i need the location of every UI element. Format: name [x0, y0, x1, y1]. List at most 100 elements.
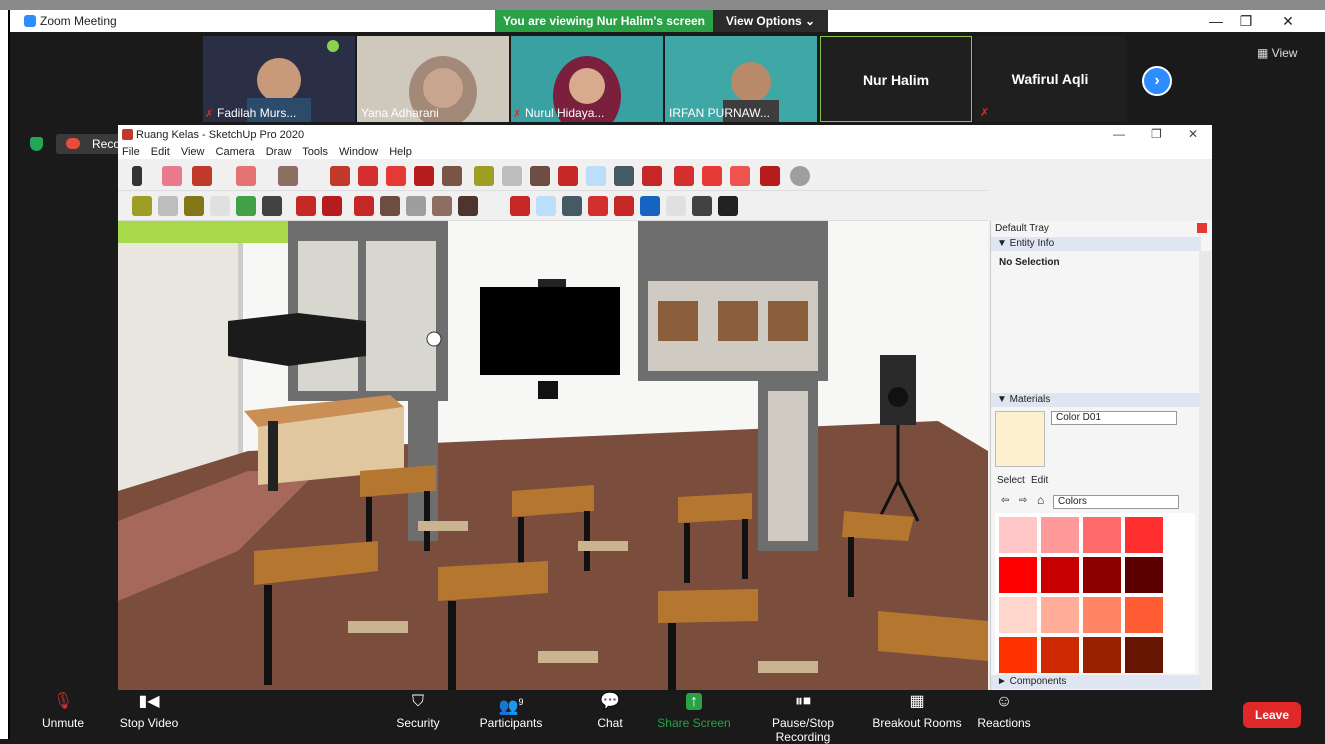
color-swatch[interactable] — [999, 557, 1037, 593]
sketchup-close-button[interactable]: ✕ — [1188, 127, 1198, 141]
eraser-tool-icon[interactable] — [162, 166, 182, 186]
menu-window[interactable]: Window — [339, 146, 378, 158]
participant-tile[interactable]: ✗ Fadilah Murs... — [203, 36, 355, 122]
extension-icon[interactable] — [702, 166, 722, 186]
menu-draw[interactable]: Draw — [266, 146, 292, 158]
menu-edit[interactable]: Edit — [151, 146, 170, 158]
color-swatch[interactable] — [1083, 637, 1121, 673]
color-swatch[interactable] — [1083, 557, 1121, 593]
camera-zoom-icon[interactable] — [562, 196, 582, 216]
share-model-icon[interactable] — [730, 166, 750, 186]
sketchup-minimize-button[interactable]: — — [1113, 127, 1125, 141]
camera-pan-icon[interactable] — [536, 196, 556, 216]
dimension-icon[interactable] — [158, 196, 178, 216]
breakout-rooms-button[interactable]: ▦ Breakout Rooms — [872, 692, 962, 730]
restore-button[interactable]: ❐ — [1226, 10, 1266, 32]
menu-help[interactable]: Help — [389, 146, 412, 158]
color-swatch[interactable] — [999, 597, 1037, 633]
zoom-window-icon[interactable] — [588, 196, 608, 216]
participant-tile[interactable]: IRFAN PURNAW... — [665, 36, 817, 122]
menu-camera[interactable]: Camera — [216, 146, 255, 158]
paint-tool-icon[interactable] — [530, 166, 550, 186]
select-tool-icon[interactable] — [132, 166, 142, 186]
zoom-extents-icon[interactable] — [642, 166, 662, 186]
axes-icon[interactable] — [236, 196, 256, 216]
orbit-tool-icon[interactable] — [558, 166, 578, 186]
participant-tile[interactable]: ✗ Nurul Hidaya... — [511, 36, 663, 122]
shape-tool-icon[interactable] — [278, 166, 298, 186]
color-swatch[interactable] — [1125, 517, 1163, 553]
intersect-icon[interactable] — [322, 196, 342, 216]
tray-close-icon[interactable] — [1197, 223, 1207, 233]
offset-tool-icon[interactable] — [442, 166, 462, 186]
menu-file[interactable]: File — [122, 146, 140, 158]
pause-stop-recording-button[interactable]: ⏸⏹ Pause/Stop Recording — [746, 692, 860, 744]
unmute-button[interactable]: 🎙 Unmute — [38, 692, 88, 730]
style-xray-icon[interactable] — [354, 196, 374, 216]
color-swatch[interactable] — [999, 517, 1037, 553]
close-button[interactable]: ✕ — [1268, 10, 1308, 32]
tray-scrollbar[interactable] — [1199, 251, 1211, 691]
account-icon[interactable] — [790, 166, 810, 186]
shared-screen-sketchup[interactable]: Ruang Kelas - SketchUp Pro 2020 — ❐ ✕ Fi… — [118, 125, 1212, 691]
components-header[interactable]: ► Components — [991, 675, 1201, 689]
chat-button[interactable]: 💬 Chat — [590, 692, 630, 730]
back-arrow-icon[interactable]: ⇦ — [1001, 495, 1009, 506]
next-page-button[interactable]: › — [1142, 66, 1172, 96]
protractor-icon[interactable] — [184, 196, 204, 216]
share-screen-button[interactable]: ↑ Share Screen — [656, 692, 732, 730]
edit-tab[interactable]: Edit — [1031, 475, 1048, 486]
scale-tool-icon[interactable] — [414, 166, 434, 186]
text-tool-icon[interactable] — [502, 166, 522, 186]
library-select[interactable]: Colors — [1053, 495, 1179, 509]
zoom-tool-icon[interactable] — [614, 166, 634, 186]
select-tab[interactable]: Select — [997, 475, 1025, 486]
leave-button[interactable]: Leave — [1243, 702, 1301, 728]
style-wireframe-icon[interactable] — [380, 196, 400, 216]
3d-text-icon[interactable] — [210, 196, 230, 216]
footsteps-icon[interactable] — [718, 196, 738, 216]
arc-tool-icon[interactable] — [236, 166, 256, 186]
ruby-icon[interactable] — [760, 166, 780, 186]
color-swatch[interactable] — [1083, 517, 1121, 553]
entity-info-header[interactable]: ▼ Entity Info — [991, 237, 1201, 251]
color-swatch[interactable] — [1125, 637, 1163, 673]
color-swatch[interactable] — [1041, 637, 1079, 673]
forward-arrow-icon[interactable]: ⇨ — [1019, 495, 1027, 506]
move-tool-icon[interactable] — [358, 166, 378, 186]
section-icon[interactable] — [262, 196, 282, 216]
look-around-icon[interactable] — [692, 196, 712, 216]
tape-measure-icon[interactable] — [132, 196, 152, 216]
style-hidden-icon[interactable] — [406, 196, 426, 216]
color-swatch[interactable] — [1041, 557, 1079, 593]
follow-me-icon[interactable] — [296, 196, 316, 216]
sketchup-restore-button[interactable]: ❐ — [1151, 127, 1162, 141]
rotate-tool-icon[interactable] — [386, 166, 406, 186]
camera-orbit-icon[interactable] — [510, 196, 530, 216]
color-swatch[interactable] — [1041, 597, 1079, 633]
stop-video-button[interactable]: ▮◀ Stop Video — [116, 692, 182, 730]
security-button[interactable]: ⛉ Security — [390, 692, 446, 730]
color-swatch[interactable] — [999, 637, 1037, 673]
position-camera-icon[interactable] — [640, 196, 660, 216]
home-icon[interactable]: ⌂ — [1037, 493, 1044, 507]
menu-tools[interactable]: Tools — [302, 146, 328, 158]
color-swatch[interactable] — [1125, 597, 1163, 633]
view-options-button[interactable]: View Options ⌄ — [713, 10, 828, 32]
participant-tile[interactable]: Wafirul Aqli — [974, 36, 1126, 122]
push-pull-tool-icon[interactable] — [330, 166, 350, 186]
pencil-tool-icon[interactable] — [192, 166, 212, 186]
walk-icon[interactable] — [666, 196, 686, 216]
color-swatch[interactable] — [1041, 517, 1079, 553]
material-name-field[interactable]: Color D01 — [1051, 411, 1177, 425]
menu-view[interactable]: View — [181, 146, 205, 158]
pan-tool-icon[interactable] — [586, 166, 606, 186]
camera-extents-icon[interactable] — [614, 196, 634, 216]
reactions-button[interactable]: ☺ Reactions — [976, 692, 1032, 730]
view-button[interactable]: ▦ View — [1257, 46, 1297, 60]
materials-header[interactable]: ▼ Materials — [991, 393, 1201, 407]
participants-button[interactable]: 👥9 Participants — [476, 692, 546, 730]
style-textured-icon[interactable] — [458, 196, 478, 216]
tape-tool-icon[interactable] — [474, 166, 494, 186]
color-swatch[interactable] — [1125, 557, 1163, 593]
